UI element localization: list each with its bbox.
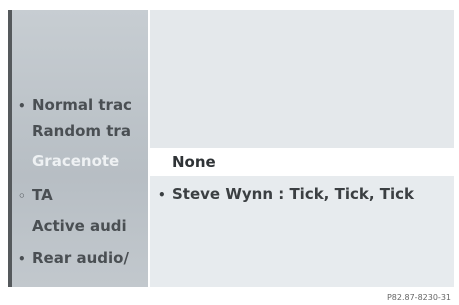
- menu-item-rear-audio[interactable]: • Rear audio/: [18, 245, 146, 271]
- menu-item-label: Normal trac: [32, 96, 132, 114]
- figure-caption: P82.87-8230-31: [386, 293, 451, 302]
- menu-item-gracenote[interactable]: Gracenote: [18, 148, 146, 174]
- menu-item-label: Random tra: [32, 122, 131, 140]
- background-menu: • Normal trac Random tra Gracenote ◦ TA Ac…: [8, 10, 148, 287]
- gracenote-popup-list: None • Steve Wynn : Tick, Tick, Tick: [148, 10, 454, 287]
- menu-item-active-audio[interactable]: Active audi: [18, 213, 146, 239]
- display-screen: • Normal trac Random tra Gracenote ◦ TA Ac…: [8, 10, 454, 287]
- checkbox-icon: ◦: [18, 189, 26, 203]
- list-item-none[interactable]: None: [150, 148, 454, 176]
- menu-item-label: Active audi: [32, 217, 127, 235]
- selected-bullet-icon: •: [18, 252, 26, 266]
- menu-item-label: TA: [32, 186, 53, 204]
- menu-item-label: Gracenote: [32, 152, 120, 170]
- menu-item-random-track[interactable]: Random tra: [18, 118, 146, 144]
- selected-bullet-icon: •: [18, 99, 26, 113]
- menu-item-normal-track[interactable]: • Normal trac: [18, 92, 146, 118]
- list-item-label: None: [172, 153, 216, 171]
- list-item-label: Steve Wynn : Tick, Tick, Tick: [172, 185, 415, 203]
- popup-empty-area: [150, 10, 454, 148]
- menu-item-label: Rear audio/: [32, 249, 129, 267]
- menu-item-ta[interactable]: ◦ TA: [18, 182, 146, 208]
- screen-left-edge: [8, 10, 12, 287]
- selected-bullet-icon: •: [158, 188, 166, 202]
- list-item-track[interactable]: • Steve Wynn : Tick, Tick, Tick: [150, 180, 454, 208]
